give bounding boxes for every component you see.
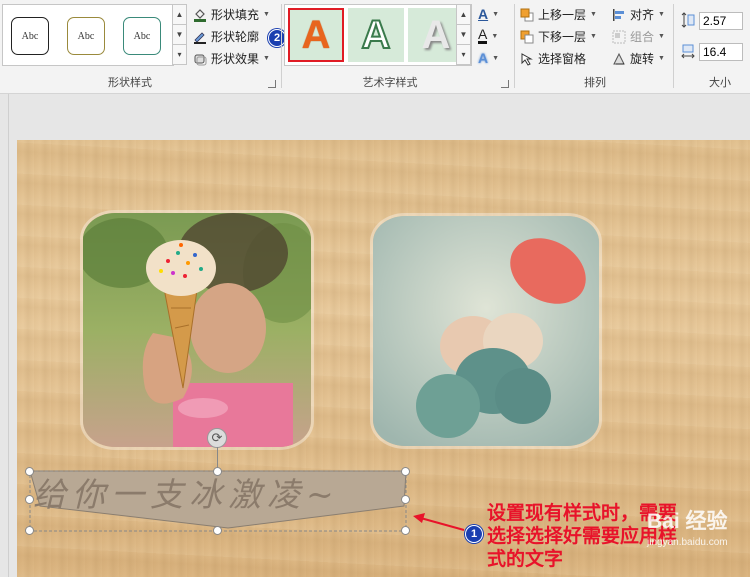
- divider: [673, 4, 674, 88]
- text-effects-icon: A: [478, 50, 489, 66]
- slide[interactable]: ⟳ 给你一支冰激凌~ 1 设置现有样式时，需要选择选择好需要应用样式的文字 Ba…: [17, 140, 750, 577]
- wordart-style-gallery: A A A: [284, 4, 472, 66]
- chevron-down-icon: ▼: [590, 33, 597, 40]
- pencil-icon: [193, 30, 207, 44]
- wordart-glyph: A: [361, 12, 392, 58]
- selection-handle[interactable]: [213, 526, 222, 535]
- watermark-brand: Bai 经验: [647, 510, 728, 533]
- selection-handle[interactable]: [401, 495, 410, 504]
- ice-cream-photo[interactable]: [83, 213, 311, 447]
- shape-style-preset-1[interactable]: Abc: [11, 17, 49, 55]
- text-outline-button[interactable]: A ▼: [478, 26, 499, 44]
- chevron-down-icon: ▼: [658, 55, 665, 62]
- selection-handle[interactable]: [25, 467, 34, 476]
- gallery-more-button[interactable]: ▾: [172, 44, 187, 65]
- slide-panel-divider: [8, 94, 9, 577]
- align-icon: [612, 8, 626, 22]
- shape-style-preset-2[interactable]: Abc: [67, 17, 105, 55]
- wordart-scroll-up-button[interactable]: ▲: [456, 4, 471, 25]
- shape-style-preset-3[interactable]: Abc: [123, 17, 161, 55]
- shape-fill-button[interactable]: 形状填充 ▼: [193, 6, 270, 23]
- ribbon: Abc Abc Abc ▲ ▼ ▾ 形状填充 ▼ 形状轮廓 形状效果 ▼ 2 形…: [0, 0, 750, 94]
- wordart-glyph: A: [421, 12, 451, 57]
- wordart-style-white-outline[interactable]: A: [348, 8, 404, 62]
- send-backward-button[interactable]: 下移一层 ▼: [520, 28, 597, 45]
- annotation-arrow: [413, 513, 465, 531]
- send-backward-icon: [520, 30, 534, 44]
- bring-forward-label: 上移一层: [538, 8, 587, 22]
- shape-style-gallery: Abc Abc Abc: [2, 4, 174, 66]
- watermark-url: jingyan.baidu.com: [647, 537, 728, 548]
- chevron-down-icon: ▼: [263, 55, 270, 62]
- baidu-jingyan-watermark: Bai 经验 jingyan.baidu.com: [647, 505, 747, 548]
- rotate-button[interactable]: 旋转 ▼: [612, 50, 665, 67]
- text-effects-button[interactable]: A ▼: [478, 50, 499, 66]
- gallery-scroll-down-button[interactable]: ▼: [172, 24, 187, 45]
- divider: [514, 4, 515, 88]
- bring-forward-button[interactable]: 上移一层 ▼: [520, 6, 597, 23]
- shape-outline-label: 形状轮廓: [211, 30, 260, 44]
- shape-fill-label: 形状填充: [211, 8, 260, 22]
- rotate-handle-icon[interactable]: ⟳: [207, 428, 227, 448]
- wordart-more-button[interactable]: ▾: [456, 44, 471, 65]
- width-input[interactable]: 16.4: [699, 43, 743, 61]
- chevron-down-icon: ▼: [492, 54, 500, 62]
- paint-bucket-icon: [193, 8, 207, 22]
- shape-effects-label: 形状效果: [211, 52, 260, 66]
- wordart-scroll-down-button[interactable]: ▼: [456, 24, 471, 45]
- align-label: 对齐: [630, 8, 655, 22]
- divider: [281, 4, 282, 88]
- text-outline-icon: A: [478, 26, 488, 44]
- chevron-down-icon: ▼: [590, 11, 597, 18]
- wordart-glyph: A: [301, 12, 331, 57]
- wordart-text[interactable]: 给你一支冰激凌~: [33, 468, 413, 516]
- shape-styles-launcher-icon[interactable]: [268, 80, 276, 88]
- group-icon: [612, 30, 626, 44]
- selection-handle[interactable]: [25, 526, 34, 535]
- arrange-group-label: 排列: [584, 77, 606, 89]
- rotate-label: 旋转: [630, 52, 655, 66]
- selection-pane-button[interactable]: 选择窗格: [520, 50, 586, 67]
- selection-pane-label: 选择窗格: [538, 52, 587, 66]
- ice-cream-photo-image: [83, 213, 311, 447]
- balloons-photo[interactable]: [373, 216, 599, 446]
- shape-effects-icon: [193, 52, 207, 66]
- selection-handle[interactable]: [401, 467, 410, 476]
- wordart-style-orange[interactable]: A: [288, 8, 344, 62]
- gallery-scroll-up-button[interactable]: ▲: [172, 4, 187, 25]
- send-backward-label: 下移一层: [538, 30, 587, 44]
- shape-effects-button[interactable]: 形状效果 ▼: [193, 50, 270, 67]
- chevron-down-icon: ▼: [658, 33, 665, 40]
- selection-pane-icon: [520, 52, 534, 66]
- shape-outline-button[interactable]: 形状轮廓: [193, 28, 259, 45]
- wordart-styles-group-label: 艺术字样式: [362, 77, 418, 89]
- chevron-down-icon: ▼: [263, 11, 270, 18]
- height-icon: [681, 12, 695, 28]
- shape-styles-group-label: 形状样式: [108, 77, 152, 89]
- rotate-icon: [612, 52, 626, 66]
- height-input[interactable]: 2.57: [699, 12, 743, 30]
- text-fill-icon: A: [478, 6, 489, 22]
- selection-handle[interactable]: [25, 495, 34, 504]
- bring-forward-icon: [520, 8, 534, 22]
- size-group-label: 大小: [709, 77, 731, 89]
- text-fill-button[interactable]: A ▼: [478, 6, 499, 22]
- chevron-down-icon: ▼: [491, 32, 499, 40]
- wordart-styles-launcher-icon[interactable]: [501, 80, 509, 88]
- chevron-down-icon: ▼: [658, 11, 665, 18]
- group-button[interactable]: 组合 ▼: [612, 28, 665, 45]
- width-icon: [681, 43, 695, 59]
- balloons-photo-image: [373, 216, 599, 446]
- step-1-badge: 1: [465, 525, 483, 543]
- chevron-down-icon: ▼: [492, 10, 500, 18]
- align-button[interactable]: 对齐 ▼: [612, 6, 665, 23]
- group-label: 组合: [630, 30, 655, 44]
- selection-handle[interactable]: [213, 467, 222, 476]
